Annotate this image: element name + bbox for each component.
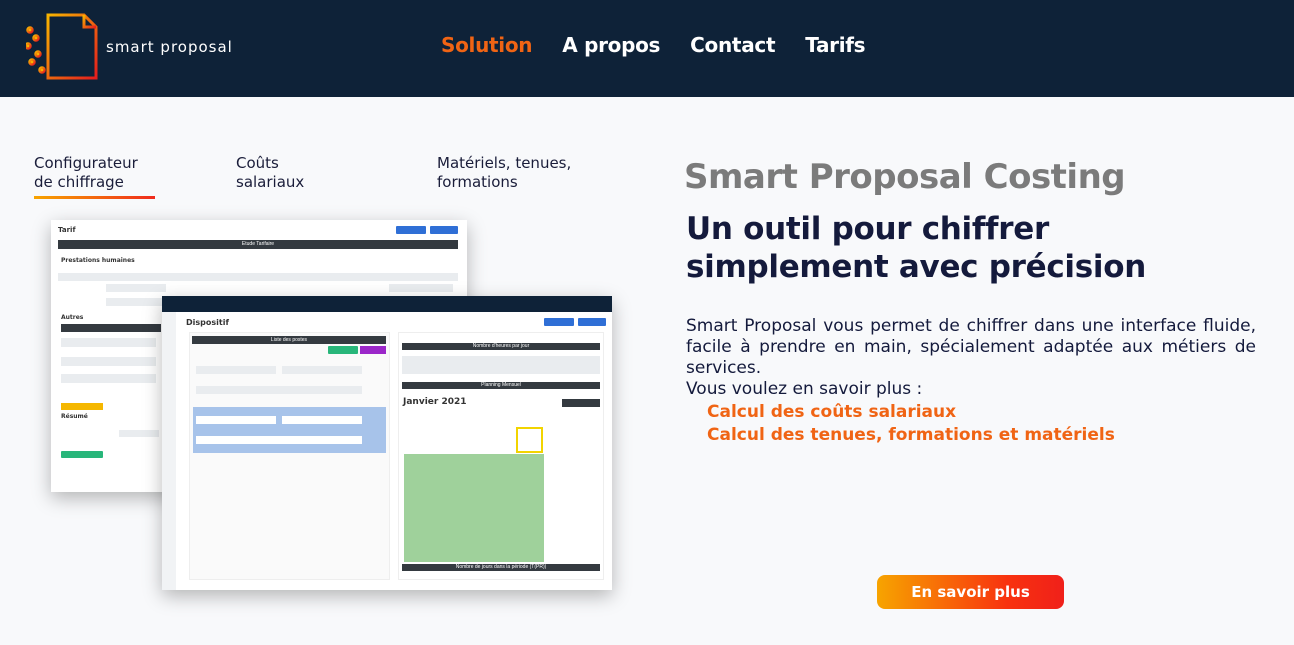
nav-link-contact[interactable]: Contact	[690, 33, 775, 57]
mockup-calendar-nav	[562, 399, 600, 407]
page-headline: Un outil pour chiffrer simplement avec p…	[686, 211, 1146, 285]
nav-link-solution[interactable]: Solution	[441, 33, 533, 57]
mockup-cell	[389, 284, 453, 292]
mockup-prestations-label: Prestations humaines	[61, 257, 135, 264]
feature-tabs: Configurateur de chiffrage Coûts salaria…	[34, 154, 634, 204]
intro-paragraph: Smart Proposal vous permet de chiffrer d…	[686, 316, 1256, 378]
mockup-input	[196, 386, 362, 394]
mockup-cell	[61, 357, 156, 366]
main-nav: Solution A propos Contact Tarifs	[441, 33, 866, 57]
mockup-app-header	[162, 296, 612, 312]
mockup-green-button	[328, 346, 358, 354]
mockup-resume-label: Résumé	[61, 413, 88, 420]
tab-configurateur[interactable]: Configurateur de chiffrage	[34, 154, 174, 192]
mockup-cell	[61, 374, 156, 383]
mockup-green-button	[61, 451, 103, 458]
mockup-liste-postes-bar: Liste des postes	[192, 336, 386, 344]
mockup-autres-bar	[61, 324, 161, 332]
nav-link-a-propos[interactable]: A propos	[562, 33, 660, 57]
mockup-tarif-title: Tarif	[58, 226, 76, 234]
intro-text: Smart Proposal vous permet de chiffrer d…	[686, 316, 1256, 400]
mockup-input	[282, 366, 362, 374]
mockup-input	[196, 366, 276, 374]
mockup-prev-button	[396, 226, 426, 234]
mockup-cell	[61, 338, 156, 347]
mockup-dispositif-title: Dispositif	[186, 318, 229, 327]
mockup-cell	[119, 430, 159, 437]
mockup-calendar-month: Janvier 2021	[403, 397, 467, 407]
en-savoir-plus-button[interactable]: En savoir plus	[877, 575, 1064, 609]
mockup-heures-bar: Nombre d'heures par jour	[402, 343, 600, 350]
link-couts-salariaux[interactable]: Calcul des coûts salariaux	[707, 402, 956, 422]
mockup-calendar-grid	[404, 418, 600, 562]
mockup-calendar-selected	[404, 454, 544, 562]
tab-materiels[interactable]: Matériels, tenues, formations	[437, 154, 617, 192]
mockup-jours-bar: Nombre de jours dans la période (T(PR))	[402, 564, 600, 571]
mockup-next-button	[578, 318, 606, 326]
mockup-table-header	[58, 273, 458, 281]
brand-logo[interactable]: smart proposal	[26, 12, 246, 82]
mockup-prev-button	[544, 318, 574, 326]
mockup-purple-button	[360, 346, 386, 354]
mockup-input	[196, 416, 276, 424]
mockup-next-button	[430, 226, 458, 234]
tab-couts-salariaux[interactable]: Coûts salariaux	[236, 154, 356, 192]
intro-followup: Vous voulez en savoir plus :	[686, 379, 923, 399]
top-navigation-bar: smart proposal Solution A propos Contact…	[0, 0, 1294, 97]
mockup-input	[196, 436, 362, 444]
mockup-hours-row	[402, 356, 600, 374]
mockup-input	[282, 416, 362, 424]
smart-proposal-logo-icon	[26, 13, 98, 80]
mockup-cell	[106, 284, 166, 292]
mockup-cell	[106, 298, 166, 306]
mockup-etude-bar: Etude Tarifaire	[58, 240, 458, 249]
link-tenues-formations[interactable]: Calcul des tenues, formations et matérie…	[707, 425, 1115, 445]
nav-link-tarifs[interactable]: Tarifs	[805, 33, 865, 57]
mockup-selected-poste	[193, 407, 386, 453]
mockup-calendar-today	[516, 427, 543, 453]
mockup-sidebar	[162, 312, 176, 590]
brand-name: smart proposal	[106, 38, 233, 56]
active-tab-indicator	[34, 196, 155, 199]
mockup-yellow-button	[61, 403, 103, 410]
mockup-autres-label: Autres	[61, 314, 84, 321]
mockup-planning-bar: Planning Mensuel	[402, 382, 600, 389]
product-eyebrow: Smart Proposal Costing	[684, 157, 1126, 197]
